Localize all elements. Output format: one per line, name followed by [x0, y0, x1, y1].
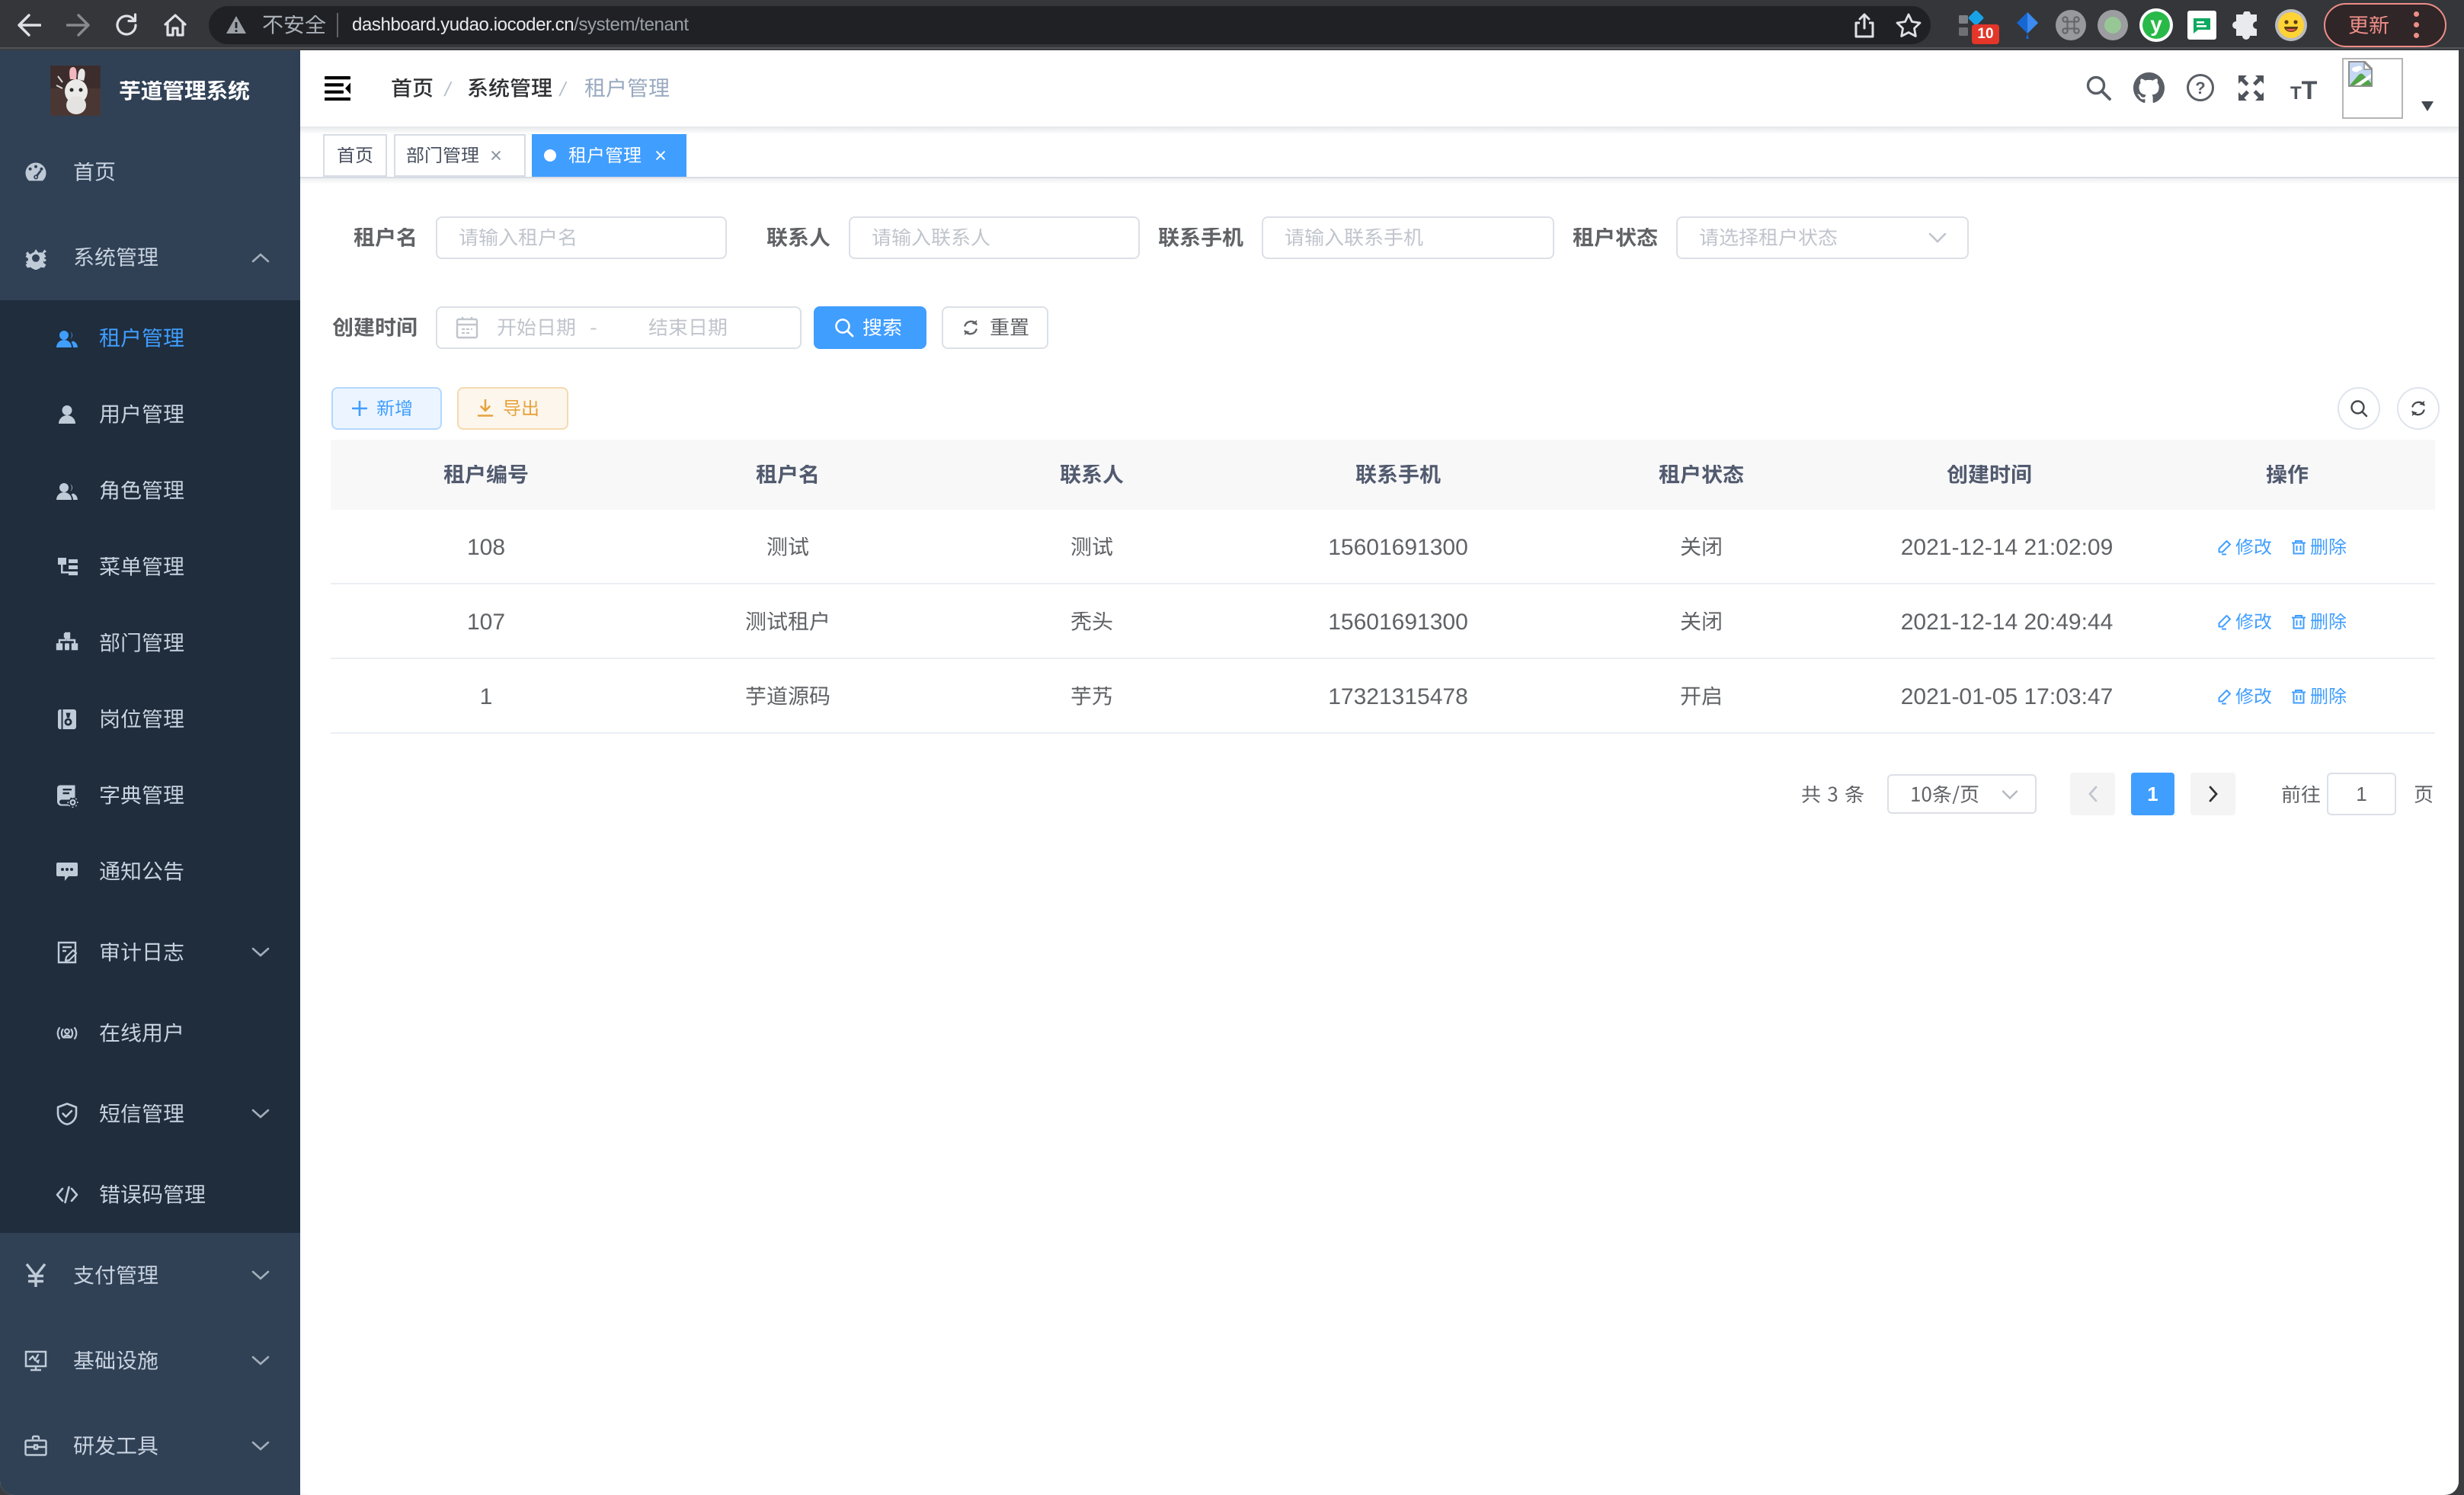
svg-text:?: ?: [2195, 78, 2205, 98]
